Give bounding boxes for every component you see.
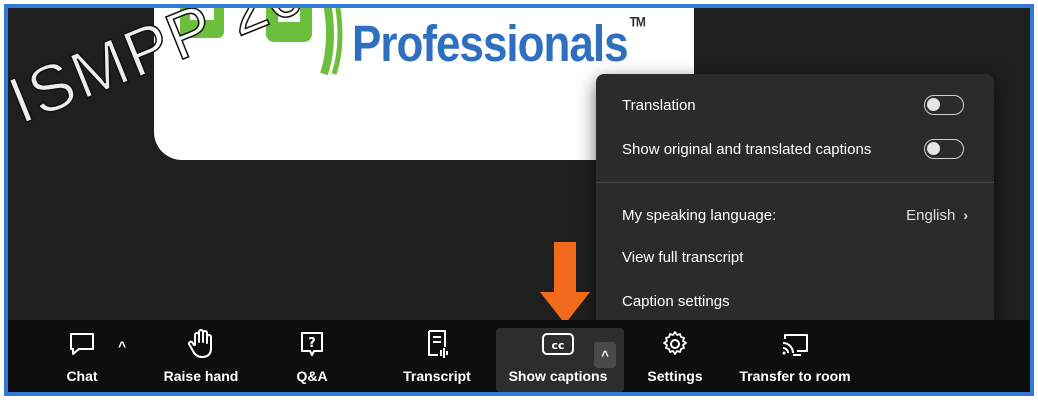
raise-hand-label: Raise hand — [163, 368, 239, 384]
speaking-language-row[interactable]: My speaking language: English › — [622, 202, 968, 228]
toggle-knob — [927, 142, 940, 155]
meeting-toolbar: Chat ^ Raise hand ? Q&A Transcript cc Sh… — [8, 320, 1030, 392]
view-transcript-item[interactable]: View full transcript — [622, 244, 964, 270]
show-original-row[interactable]: Show original and translated captions — [622, 136, 964, 162]
chat-button[interactable]: Chat — [60, 326, 104, 392]
chat-caret-icon[interactable]: ^ — [118, 338, 126, 354]
qa-label: Q&A — [296, 368, 328, 384]
translation-row[interactable]: Translation — [622, 92, 964, 118]
slide-logo-text: Professionals TM — [352, 14, 646, 73]
captions-menu: Translation Show original and translated… — [596, 74, 994, 328]
transcript-icon — [422, 326, 452, 362]
transfer-to-room-label: Transfer to room — [739, 368, 851, 384]
speaking-language-label: My speaking language: — [622, 206, 777, 224]
down-arrow-annotation-icon — [540, 242, 590, 324]
transcript-label: Transcript — [403, 368, 471, 384]
chat-label: Chat — [66, 368, 98, 384]
logo-graphic-icon — [180, 8, 343, 76]
chevron-right-icon: › — [963, 207, 968, 223]
show-original-label: Show original and translated captions — [622, 140, 872, 158]
chat-bubble-icon — [67, 326, 97, 362]
show-captions-label: Show captions — [508, 368, 608, 384]
caption-settings-item[interactable]: Caption settings — [622, 288, 964, 314]
qa-button[interactable]: ? Q&A — [290, 326, 334, 392]
transfer-to-room-button[interactable]: Transfer to room — [730, 326, 860, 392]
caption-settings-label: Caption settings — [622, 292, 730, 310]
settings-button[interactable]: Settings — [640, 326, 710, 392]
gear-icon — [660, 326, 690, 362]
trademark-mark: TM — [629, 14, 646, 31]
speaking-language-text: English — [906, 206, 956, 224]
menu-divider — [596, 182, 994, 183]
raise-hand-button[interactable]: Raise hand — [156, 326, 246, 392]
cc-icon-glyph: cc — [551, 339, 564, 352]
toggle-knob — [927, 98, 940, 111]
captions-caret-button[interactable]: ^ — [594, 342, 616, 368]
cast-icon — [779, 326, 811, 362]
view-transcript-label: View full transcript — [622, 248, 744, 266]
qa-icon-glyph: ? — [308, 336, 316, 351]
settings-label: Settings — [647, 368, 703, 384]
hand-icon — [186, 326, 216, 362]
speaking-language-value[interactable]: English › — [906, 207, 968, 224]
translation-toggle[interactable] — [924, 95, 964, 115]
qa-icon: ? — [297, 326, 327, 362]
chevron-up-icon: ^ — [601, 347, 609, 363]
transcript-button[interactable]: Transcript — [392, 326, 482, 392]
closed-captions-icon: cc — [541, 326, 575, 362]
translation-label: Translation — [622, 96, 696, 114]
meeting-window: ProfessionalsTM ISMPP 2020 Translation S… — [4, 4, 1034, 396]
show-original-toggle[interactable] — [924, 139, 964, 159]
